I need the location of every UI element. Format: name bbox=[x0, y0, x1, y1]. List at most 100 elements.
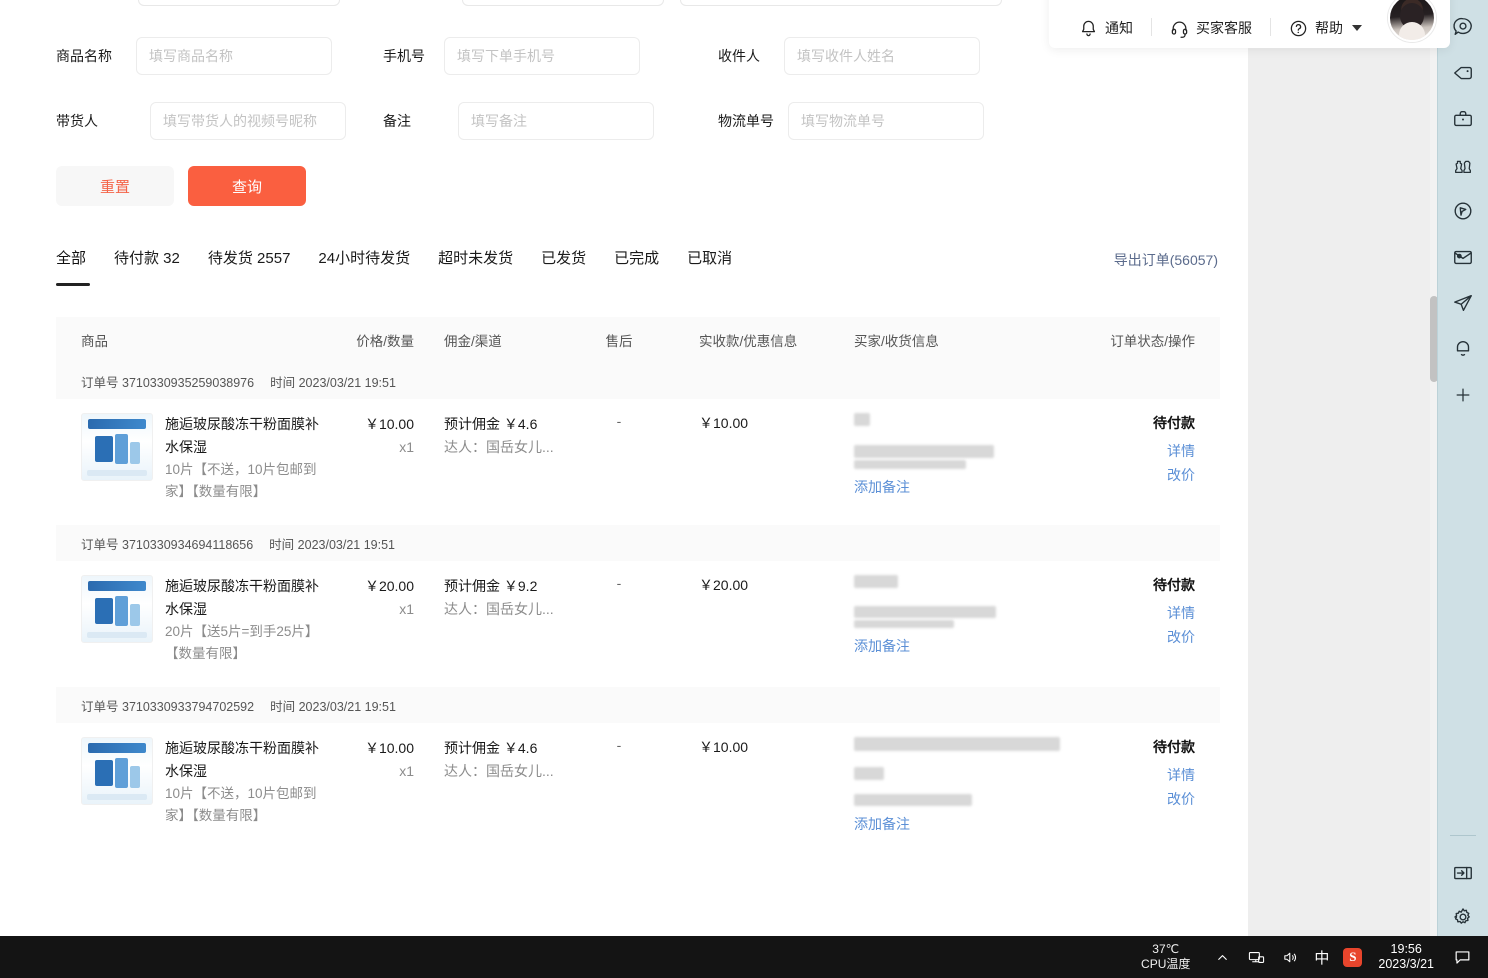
chevron-up-icon[interactable] bbox=[1212, 947, 1232, 967]
order-time-value: 2023/03/21 19:51 bbox=[299, 700, 396, 714]
product-thumbnail[interactable] bbox=[81, 575, 153, 643]
bell-icon bbox=[1079, 19, 1098, 38]
app-root: 商品名称 手机号 收件人 带货人 备注 bbox=[0, 0, 1488, 978]
customer-service-button[interactable]: 买家客服 bbox=[1158, 14, 1264, 42]
field-label-remark: 备注 bbox=[383, 111, 411, 131]
tab-completed[interactable]: 已完成 bbox=[614, 248, 687, 270]
orders-table-header: 商品 价格/数量 佣金/渠道 售后 实收款/优惠信息 买家/收货信息 订单状态/… bbox=[56, 317, 1220, 363]
redacted-buyer-address-2 bbox=[854, 794, 972, 806]
commission-value: ￥9.2 bbox=[504, 578, 537, 594]
rail-video-channel-icon[interactable] bbox=[1446, 198, 1480, 224]
search-form-buttons: 重置 查询 bbox=[56, 166, 306, 206]
orders-table: 商品 价格/数量 佣金/渠道 售后 实收款/优惠信息 买家/收货信息 订单状态/… bbox=[56, 317, 1220, 856]
rail-briefcase-icon[interactable] bbox=[1446, 106, 1480, 132]
column-header-received-discount: 实收款/优惠信息 bbox=[664, 330, 824, 350]
commission-label: 预计佣金 bbox=[444, 740, 500, 756]
product-cell: 施逅玻尿酸冻干粉面膜补水保湿 10片【不送，10片包邮到家】【数量有限】 bbox=[56, 737, 324, 834]
avatar[interactable] bbox=[1388, 0, 1436, 42]
search-input-promoter[interactable] bbox=[150, 102, 346, 140]
modify-price-link[interactable]: 改价 bbox=[1084, 789, 1195, 809]
product-spec: 20片【送5片=到手25片】【数量有限】 bbox=[165, 621, 324, 665]
cpu-temperature-widget[interactable]: 37℃ CPU温度 bbox=[1141, 942, 1190, 972]
help-label: 帮助 bbox=[1315, 18, 1343, 38]
rail-chess-icon[interactable] bbox=[1446, 152, 1480, 178]
tab-shipped[interactable]: 已发货 bbox=[541, 248, 614, 270]
search-input-product-name[interactable] bbox=[136, 37, 332, 75]
headset-icon bbox=[1170, 19, 1189, 38]
product-title[interactable]: 施逅玻尿酸冻干粉面膜补水保湿 bbox=[165, 737, 324, 783]
add-note-link[interactable]: 添加备注 bbox=[854, 814, 1084, 834]
tab-overdue-unshipped[interactable]: 超时未发货 bbox=[438, 248, 541, 270]
modify-price-link[interactable]: 改价 bbox=[1084, 465, 1195, 485]
commission-value: ￥4.6 bbox=[504, 416, 537, 432]
windows-taskbar: 37℃ CPU温度 中 S bbox=[0, 936, 1488, 978]
quantity-value: x1 bbox=[324, 598, 414, 621]
column-header-status-action: 订单状态/操作 bbox=[1084, 330, 1220, 350]
product-title[interactable]: 施逅玻尿酸冻干粉面膜补水保湿 bbox=[165, 413, 324, 459]
redacted-buyer-name bbox=[854, 737, 1060, 751]
volume-icon[interactable] bbox=[1280, 947, 1300, 967]
network-monitor-icon[interactable] bbox=[1246, 947, 1266, 967]
tab-pending-payment[interactable]: 待付款 32 bbox=[114, 248, 208, 270]
order-time-label: 时间 bbox=[269, 538, 294, 552]
query-button[interactable]: 查询 bbox=[188, 166, 306, 206]
detail-link[interactable]: 详情 bbox=[1084, 603, 1195, 623]
search-input-remark[interactable] bbox=[458, 102, 654, 140]
order-row: 订单号 3710330933794702592 时间 2023/03/21 19… bbox=[56, 687, 1220, 856]
search-input-tracking-no[interactable] bbox=[788, 102, 984, 140]
cpu-temp-label: CPU温度 bbox=[1141, 957, 1190, 972]
ime-mode-indicator[interactable]: 中 bbox=[1314, 947, 1329, 968]
tab-cancelled[interactable]: 已取消 bbox=[687, 248, 760, 270]
price-value: ￥10.00 bbox=[324, 737, 414, 760]
field-label-promoter: 带货人 bbox=[56, 111, 98, 131]
order-body: 施逅玻尿酸冻干粉面膜补水保湿 10片【不送，10片包邮到家】【数量有限】 ￥10… bbox=[56, 399, 1220, 525]
rail-chat-bubble-icon[interactable] bbox=[1446, 14, 1480, 40]
rail-tag-icon[interactable] bbox=[1446, 60, 1480, 86]
order-time-value: 2023/03/21 19:51 bbox=[299, 376, 396, 390]
rail-settings-gear-icon[interactable] bbox=[1446, 904, 1480, 930]
rail-bell-icon[interactable] bbox=[1446, 336, 1480, 362]
reset-button[interactable]: 重置 bbox=[56, 166, 174, 206]
product-title[interactable]: 施逅玻尿酸冻干粉面膜补水保湿 bbox=[165, 575, 324, 621]
status-badge: 待付款 bbox=[1084, 413, 1195, 433]
action-center-icon[interactable] bbox=[1452, 947, 1472, 967]
modify-price-link[interactable]: 改价 bbox=[1084, 627, 1195, 647]
status-action-cell: 待付款 详情 改价 bbox=[1084, 413, 1220, 503]
export-orders-link[interactable]: 导出订单(56057) bbox=[1114, 250, 1218, 270]
order-no-value: 3710330935259038976 bbox=[122, 376, 254, 390]
search-input-phone[interactable] bbox=[444, 37, 640, 75]
column-header-buyer-shipping: 买家/收货信息 bbox=[824, 330, 1084, 350]
rail-mail-icon[interactable] bbox=[1446, 244, 1480, 270]
tab-all[interactable]: 全部 bbox=[56, 248, 114, 270]
talent-name: 国岳女儿... bbox=[486, 439, 554, 455]
rail-collapse-panel-icon[interactable] bbox=[1446, 860, 1480, 886]
tab-24h-pending-shipment[interactable]: 24小时待发货 bbox=[318, 248, 438, 270]
detail-link[interactable]: 详情 bbox=[1084, 765, 1195, 785]
search-input-recipient[interactable] bbox=[784, 37, 980, 75]
after-sale-cell: - bbox=[574, 737, 664, 834]
order-no-label: 订单号 bbox=[81, 700, 119, 714]
product-cell: 施逅玻尿酸冻干粉面膜补水保湿 10片【不送，10片包邮到家】【数量有限】 bbox=[56, 413, 324, 503]
product-spec: 10片【不送，10片包邮到家】【数量有限】 bbox=[165, 459, 324, 503]
product-thumbnail[interactable] bbox=[81, 737, 153, 805]
order-no-label: 订单号 bbox=[81, 538, 119, 552]
add-note-link[interactable]: 添加备注 bbox=[854, 636, 1084, 656]
field-remark: 备注 bbox=[383, 102, 654, 140]
taskbar-clock[interactable]: 19:56 2023/3/21 bbox=[1378, 942, 1434, 972]
tab-pending-shipment[interactable]: 待发货 2557 bbox=[208, 248, 319, 270]
add-note-link[interactable]: 添加备注 bbox=[854, 477, 1084, 497]
order-no-value: 3710330934694118656 bbox=[122, 538, 253, 552]
help-button[interactable]: 帮助 bbox=[1277, 14, 1374, 42]
sogou-input-icon[interactable]: S bbox=[1343, 948, 1362, 967]
commission-cell: 预计佣金 ￥9.2 达人：国岳女儿... bbox=[414, 575, 574, 665]
rail-add-icon[interactable] bbox=[1446, 382, 1480, 408]
redacted-buyer-address-1 bbox=[854, 445, 994, 458]
taskbar-system-tray: 中 S bbox=[1212, 947, 1362, 968]
received-amount-cell: ￥20.00 bbox=[664, 575, 824, 665]
rail-send-plane-icon[interactable] bbox=[1446, 290, 1480, 316]
detail-link[interactable]: 详情 bbox=[1084, 441, 1195, 461]
order-meta: 订单号 3710330934694118656 时间 2023/03/21 19… bbox=[56, 525, 1220, 561]
quantity-value: x1 bbox=[324, 436, 414, 459]
notification-button[interactable]: 通知 bbox=[1067, 14, 1145, 42]
product-thumbnail[interactable] bbox=[81, 413, 153, 481]
